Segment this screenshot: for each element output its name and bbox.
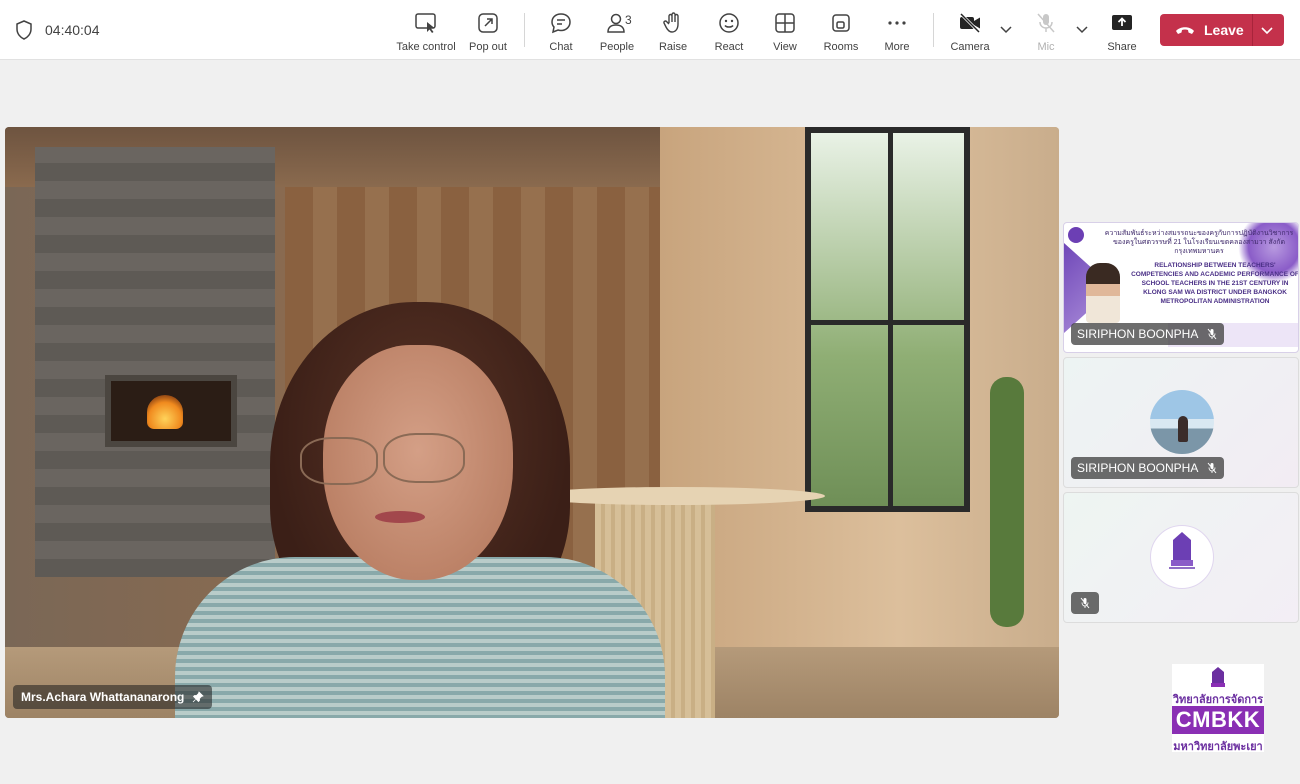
participant-tile-screen-share[interactable]: ความสัมพันธ์ระหว่างสมรรถนะของครูกับการปฏ… xyxy=(1063,222,1299,353)
react-button[interactable]: React xyxy=(698,8,760,54)
phone-hangup-icon xyxy=(1176,27,1194,34)
camera-options-chevron-icon[interactable] xyxy=(999,22,1013,36)
participant-jacket xyxy=(175,557,665,718)
mic-options-chevron-icon[interactable] xyxy=(1075,22,1089,36)
leave-divider xyxy=(1252,14,1253,46)
stone-wall xyxy=(35,147,275,577)
mic-muted-icon xyxy=(1037,13,1055,33)
meeting-toolbar: 04:40:04 Take control Pop out Chat 3 Peo… xyxy=(0,0,1300,60)
camera-off-icon xyxy=(959,12,981,34)
slide-presenter-photo xyxy=(1086,263,1120,323)
main-video-tile[interactable]: Mrs.Achara Whattananarong xyxy=(5,127,1059,718)
toolbar-divider xyxy=(524,13,525,47)
raise-hand-icon xyxy=(663,12,679,33)
slide-title-english: RELATIONSHIP BETWEEN TEACHERS' COMPETENC… xyxy=(1131,262,1299,305)
glasses-left-lens xyxy=(300,437,378,485)
leave-options-chevron-icon[interactable] xyxy=(1260,23,1274,37)
participant-avatar xyxy=(1150,390,1214,454)
camera-button[interactable]: Camera xyxy=(939,8,1001,54)
share-button[interactable]: Share xyxy=(1091,8,1153,54)
chat-icon xyxy=(551,13,571,34)
people-button[interactable]: 3 People xyxy=(586,8,648,54)
mic-muted-icon xyxy=(1080,597,1090,609)
more-dots-icon xyxy=(888,21,906,25)
university-crest-icon xyxy=(1211,667,1225,687)
pop-out-label: Pop out xyxy=(469,41,507,53)
pin-icon[interactable] xyxy=(192,691,205,703)
tile-name-tag: SIRIPHON BOONPHA xyxy=(1071,323,1225,345)
pop-out-button[interactable]: Pop out xyxy=(457,8,519,54)
mic-muted-icon xyxy=(1207,462,1217,474)
take-control-label: Take control xyxy=(396,41,456,53)
logo-bottom-text: มหาวิทยาลัยพะเยา xyxy=(1173,741,1263,753)
slide-title-thai: ความสัมพันธ์ระหว่างสมรรถนะของครูกับการปฏ… xyxy=(1104,230,1294,255)
tile-name-tag: SIRIPHON BOONPHA xyxy=(1071,457,1225,479)
participant-tile[interactable] xyxy=(1063,492,1299,623)
main-participant-name: Mrs.Achara Whattananarong xyxy=(21,690,185,704)
table-top xyxy=(525,487,825,505)
take-control-icon xyxy=(415,13,436,33)
raise-label: Raise xyxy=(658,41,688,53)
rooms-button[interactable]: Rooms xyxy=(810,8,872,54)
tile-mute-indicator xyxy=(1071,592,1099,614)
tile-participant-name: SIRIPHON BOONPHA xyxy=(1077,327,1199,341)
mic-label: Mic xyxy=(1037,41,1055,53)
raise-hand-button[interactable]: Raise xyxy=(642,8,704,54)
meeting-timer: 04:40:04 xyxy=(45,22,100,38)
view-button[interactable]: View xyxy=(754,8,816,54)
mic-muted-icon xyxy=(1207,328,1217,340)
people-count: 3 xyxy=(625,13,632,27)
share-screen-icon xyxy=(1112,15,1132,30)
react-label: React xyxy=(714,41,744,53)
fire xyxy=(147,395,183,429)
main-participant-name-tag: Mrs.Achara Whattananarong xyxy=(13,685,213,709)
university-logo-icon xyxy=(1068,227,1084,243)
people-label: People xyxy=(599,41,635,53)
smiley-icon xyxy=(719,13,739,33)
participant-avatar-logo xyxy=(1150,525,1214,589)
cmbkk-logo: วิทยาลัยการจัดการ CMBKK มหาวิทยาลัยพะเยา xyxy=(1172,664,1264,753)
glasses-right-lens xyxy=(383,433,465,483)
grid-icon xyxy=(775,13,795,33)
leave-label: Leave xyxy=(1204,22,1244,38)
university-crest-icon xyxy=(1169,532,1195,569)
shield-icon xyxy=(16,20,32,40)
take-control-button[interactable]: Take control xyxy=(395,8,457,54)
mic-button[interactable]: Mic xyxy=(1015,8,1077,54)
pop-out-icon xyxy=(478,13,498,33)
participant-lips xyxy=(375,511,425,523)
share-label: Share xyxy=(1107,41,1137,53)
chat-label: Chat xyxy=(549,41,573,53)
more-label: More xyxy=(884,41,910,53)
rooms-icon xyxy=(832,14,850,32)
participant-tile[interactable]: SIRIPHON BOONPHA xyxy=(1063,357,1299,488)
leave-button[interactable]: Leave xyxy=(1160,14,1284,46)
window xyxy=(805,127,970,512)
chat-button[interactable]: Chat xyxy=(530,8,592,54)
camera-label: Camera xyxy=(950,41,990,53)
rooms-label: Rooms xyxy=(823,41,859,53)
logo-main-text: CMBKK xyxy=(1172,706,1264,734)
more-button[interactable]: More xyxy=(866,8,928,54)
cactus xyxy=(990,377,1024,627)
view-label: View xyxy=(773,41,797,53)
toolbar-divider xyxy=(933,13,934,47)
tile-participant-name: SIRIPHON BOONPHA xyxy=(1077,461,1199,475)
